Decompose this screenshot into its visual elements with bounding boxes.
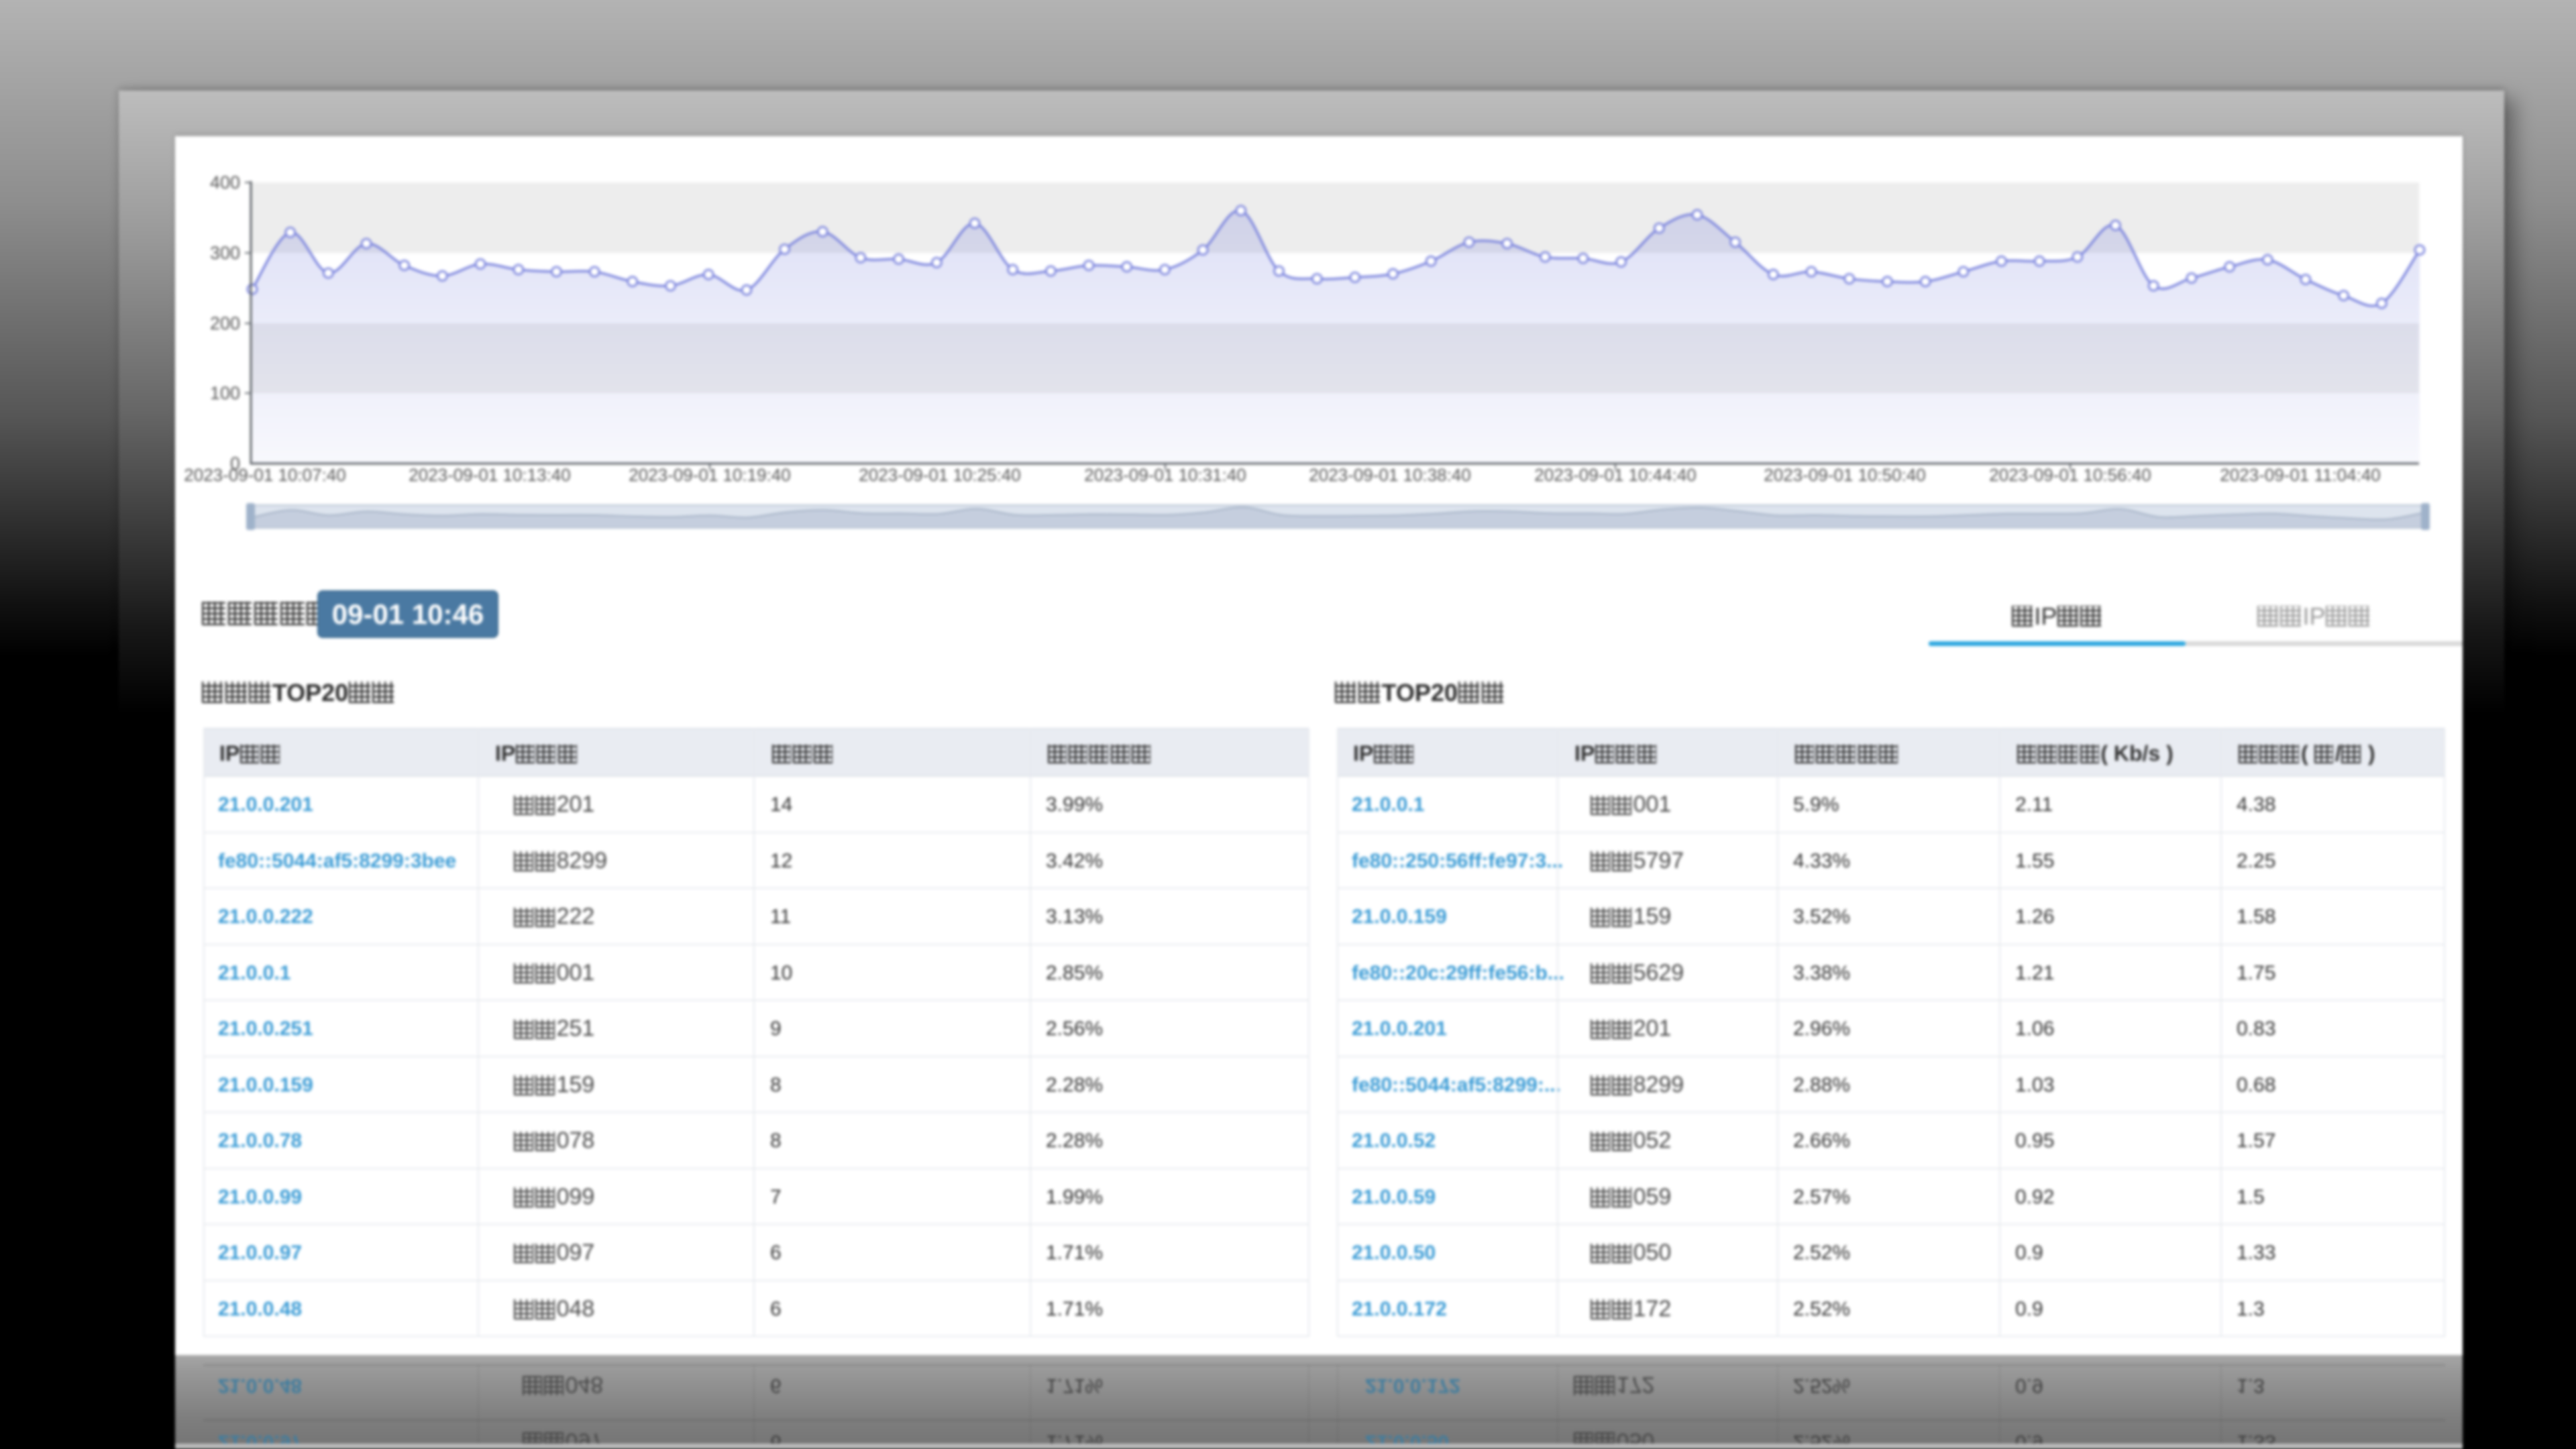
- svg-text:2023-09-01 10:25:40: 2023-09-01 10:25:40: [859, 465, 1020, 485]
- svg-text:2023-09-01 10:13:40: 2023-09-01 10:13:40: [409, 465, 570, 485]
- svg-text:2023-09-01 10:31:40: 2023-09-01 10:31:40: [1084, 465, 1246, 485]
- svg-text:200: 200: [210, 313, 240, 333]
- svg-text:2023-09-01 10:07:40: 2023-09-01 10:07:40: [184, 465, 345, 485]
- svg-text:2023-09-01 11:04:40: 2023-09-01 11:04:40: [2220, 465, 2381, 485]
- svg-text:300: 300: [210, 243, 240, 263]
- svg-text:100: 100: [210, 383, 240, 403]
- svg-text:2023-09-01 10:44:40: 2023-09-01 10:44:40: [1534, 465, 1696, 485]
- svg-text:2023-09-01 10:38:40: 2023-09-01 10:38:40: [1309, 465, 1470, 485]
- svg-text:400: 400: [210, 172, 240, 193]
- svg-text:2023-09-01 10:56:40: 2023-09-01 10:56:40: [1989, 465, 2151, 485]
- svg-text:2023-09-01 10:19:40: 2023-09-01 10:19:40: [629, 465, 790, 485]
- svg-text:2023-09-01 10:50:40: 2023-09-01 10:50:40: [1764, 465, 1925, 485]
